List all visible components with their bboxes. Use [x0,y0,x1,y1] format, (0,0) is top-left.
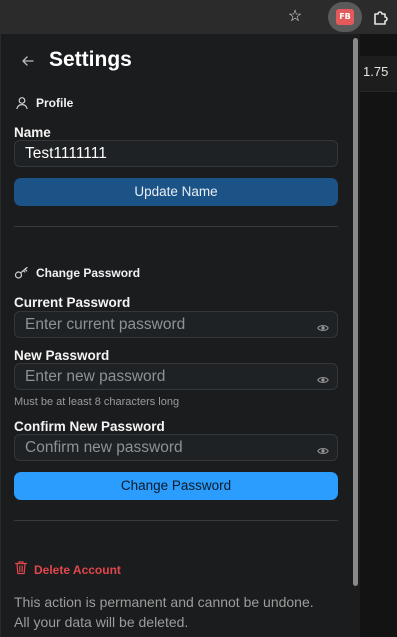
profile-heading: Profile [36,96,74,110]
current-password-placeholder: Enter current password [25,316,186,333]
user-icon [14,95,30,111]
name-label: Name [14,125,51,140]
warning-line-2: All your data will be deleted. [14,614,189,630]
eye-icon[interactable] [317,320,329,331]
update-name-button[interactable]: Update Name [14,178,338,206]
profile-section-header: Profile [14,94,73,112]
current-password-label: Current Password [14,295,131,310]
background-value: 1.75 [363,64,389,79]
name-field[interactable]: Test1111111 [14,140,338,167]
eye-icon[interactable] [317,372,329,383]
eye-icon[interactable] [317,443,329,454]
back-arrow-icon[interactable] [21,52,37,70]
browser-toolbar: ☆ FB [0,0,397,34]
confirm-password-label: Confirm New Password [14,419,165,434]
password-heading: Change Password [36,266,141,280]
panel-header: Settings [1,48,351,76]
delete-account-warning: This action is permanent and cannot be u… [14,592,314,632]
name-value: Test1111111 [25,145,107,162]
trash-icon [14,560,28,580]
background-page: 1.75 [360,34,397,637]
delete-account-heading: Delete Account [34,563,121,577]
change-password-button[interactable]: Change Password [14,472,338,500]
settings-panel: Settings Profile Name Test1111111 Update… [0,34,350,637]
scrollbar-thumb[interactable] [353,38,358,586]
section-divider [14,520,338,521]
star-icon[interactable]: ☆ [284,6,306,28]
new-password-label: New Password [14,348,110,363]
confirm-password-field[interactable]: Confirm new password [14,434,338,461]
key-icon [14,265,30,281]
delete-account-header: Delete Account [14,561,121,579]
extension-button[interactable]: FB [328,2,362,32]
current-password-field[interactable]: Enter current password [14,311,338,338]
new-password-placeholder: Enter new password [25,368,166,385]
new-password-field[interactable]: Enter new password [14,363,338,390]
extension-badge: FB [336,9,354,25]
warning-line-1: This action is permanent and cannot be u… [14,594,314,610]
page-title: Settings [49,48,132,71]
section-divider [14,226,338,227]
password-section-header: Change Password [14,264,140,282]
panel-scrollbar[interactable] [350,34,360,637]
password-hint: Must be at least 8 characters long [14,396,180,408]
confirm-password-placeholder: Confirm new password [25,439,183,456]
puzzle-icon[interactable] [370,6,392,28]
